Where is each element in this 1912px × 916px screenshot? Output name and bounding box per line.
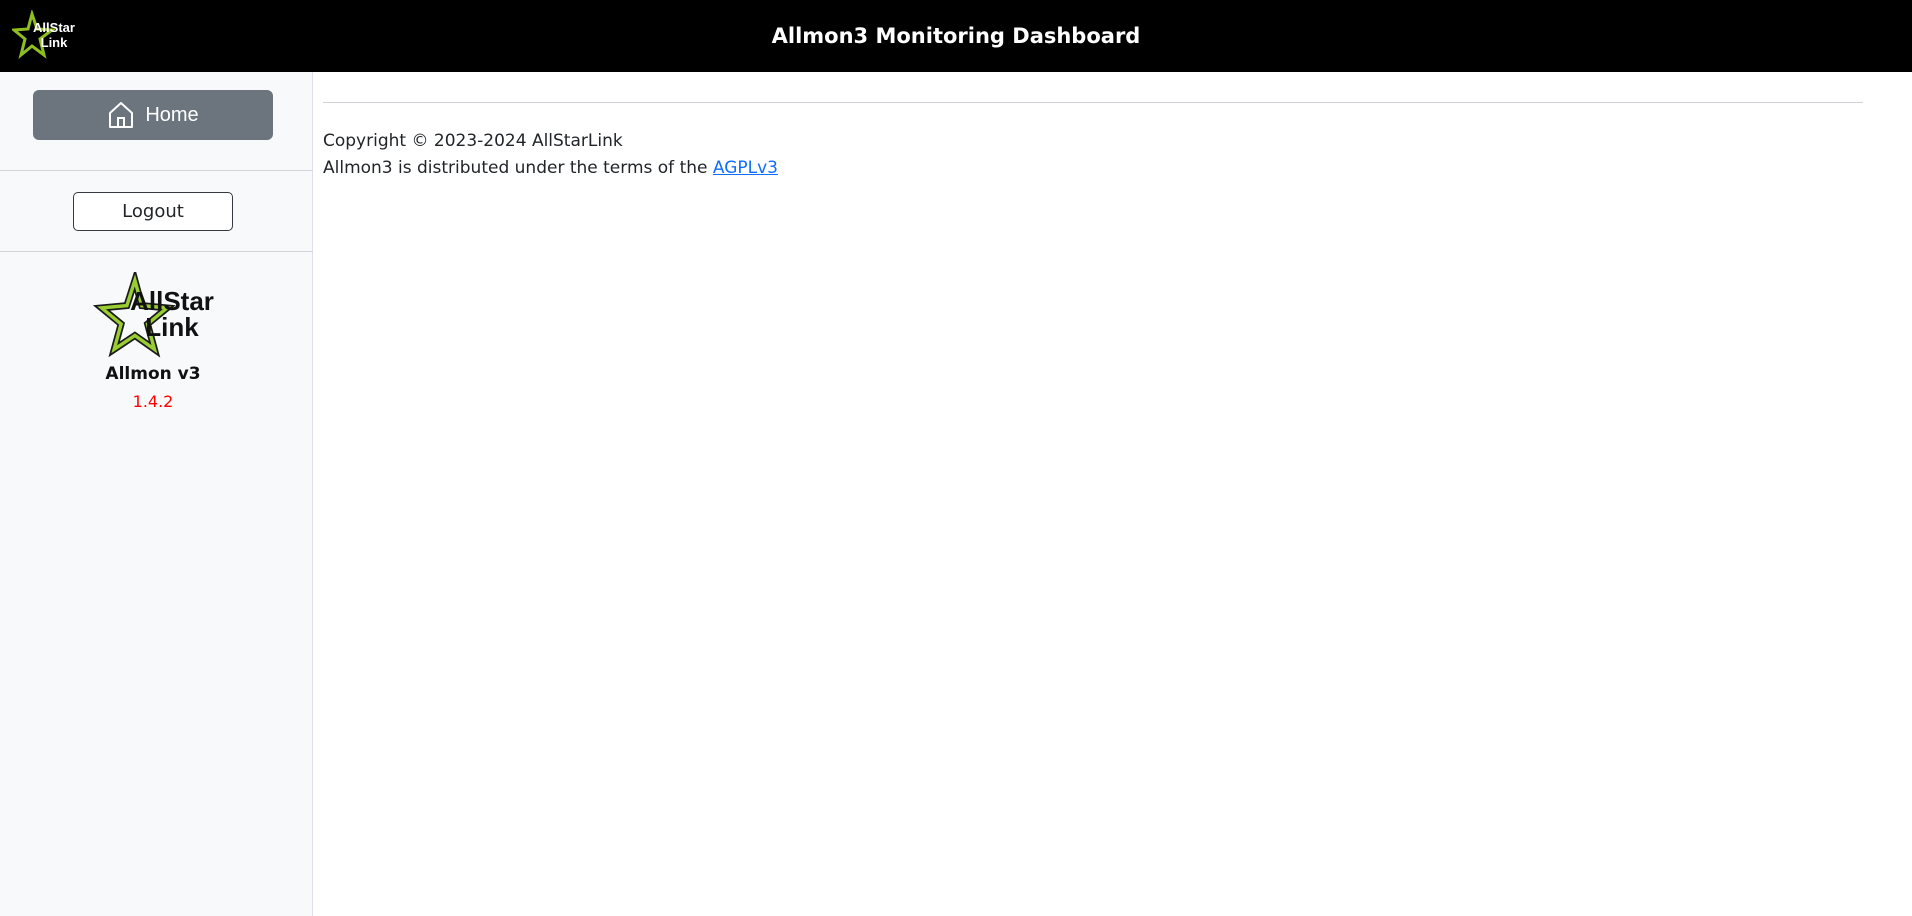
home-button-label: Home bbox=[145, 103, 199, 126]
sidebar: Home Logout AllStar Link Allmon v3 1.4.2 bbox=[0, 72, 313, 916]
home-button[interactable]: Home bbox=[33, 90, 273, 140]
app-version: 1.4.2 bbox=[132, 392, 174, 411]
app-name: Allmon v3 bbox=[105, 364, 201, 384]
sidebar-divider bbox=[0, 251, 313, 252]
content-divider bbox=[323, 102, 1863, 103]
license-text: Allmon3 is distributed under the terms o… bbox=[323, 155, 778, 182]
sidebar-divider bbox=[0, 170, 313, 171]
page-title: Allmon3 Monitoring Dashboard bbox=[771, 24, 1141, 48]
house-icon bbox=[109, 102, 134, 128]
license-prefix: Allmon3 is distributed under the terms o… bbox=[323, 158, 713, 178]
license-link[interactable]: AGPLv3 bbox=[713, 158, 778, 178]
logout-button[interactable]: Logout bbox=[73, 192, 233, 231]
svg-text:Link: Link bbox=[145, 312, 199, 342]
allstarlink-logo: AllStar Link bbox=[92, 272, 214, 358]
footer: Copyright © 2023-2024 AllStarLink Allmon… bbox=[323, 128, 778, 182]
top-navbar: AllStar Link Allmon3 Monitoring Dashboar… bbox=[0, 0, 1912, 72]
copyright-text: Copyright © 2023-2024 AllStarLink bbox=[323, 131, 623, 151]
